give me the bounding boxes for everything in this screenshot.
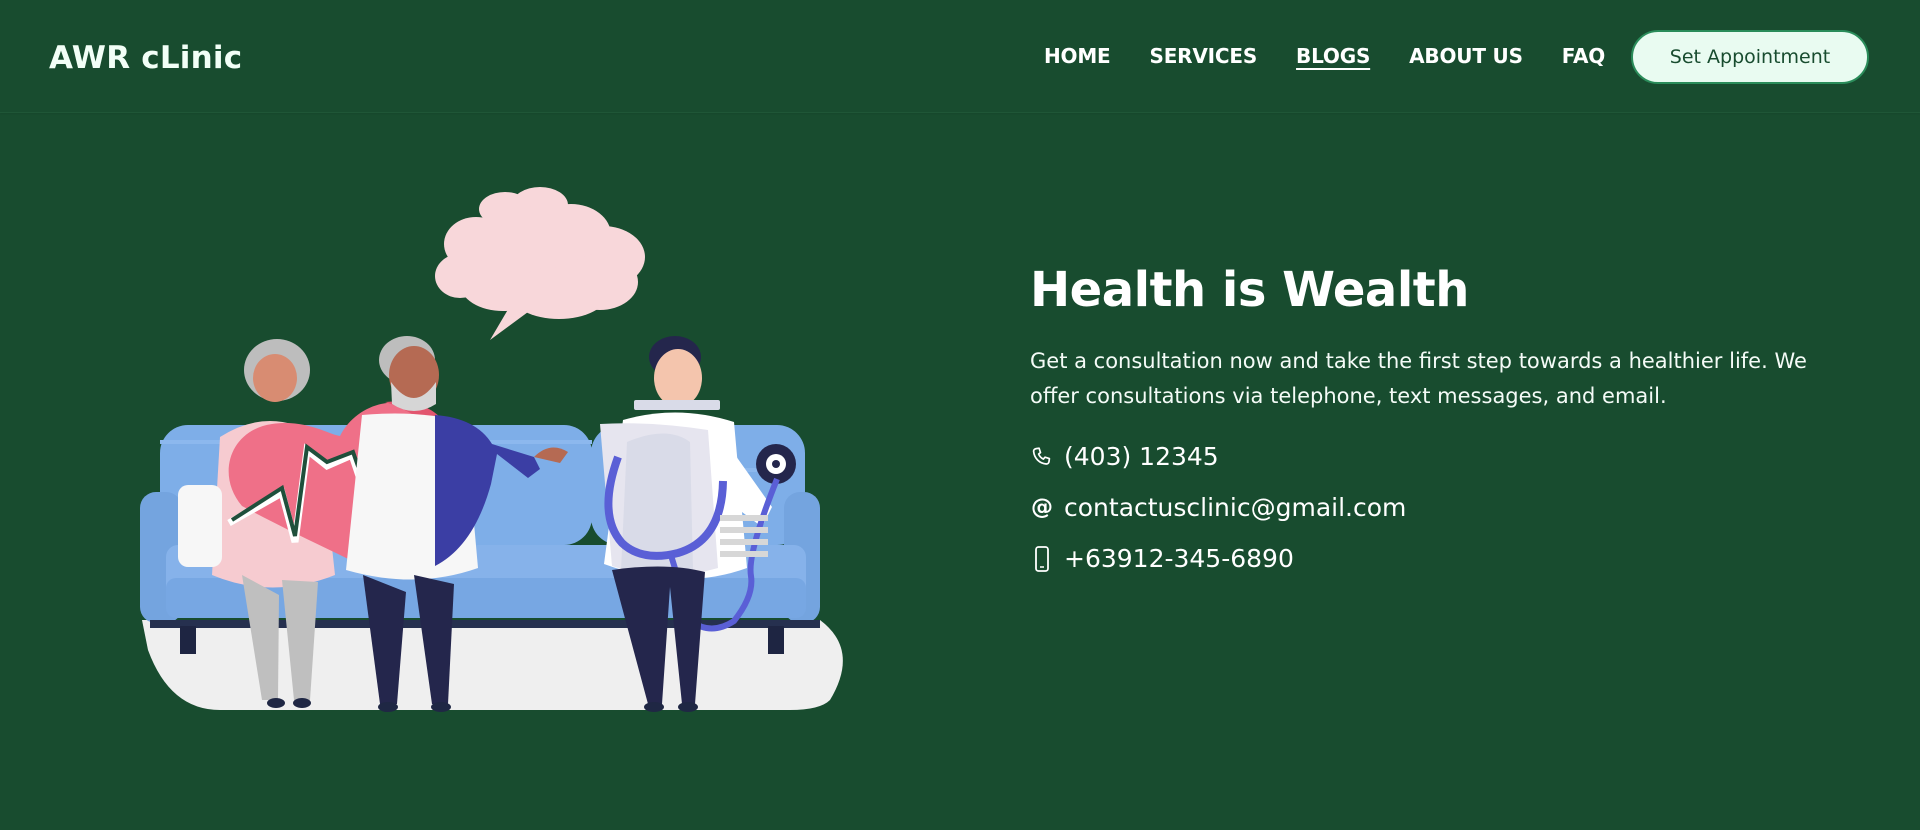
nav-faq[interactable]: FAQ (1562, 44, 1605, 68)
mobile-icon (1030, 545, 1054, 573)
email-contact[interactable]: @ contactusclinic@gmail.com (1030, 493, 1880, 522)
speech-bubble (435, 187, 645, 340)
phone-icon-svg (1032, 446, 1051, 465)
consultation-illustration (140, 187, 843, 712)
nav-services[interactable]: SERVICES (1150, 44, 1258, 68)
phone-icon (1030, 443, 1054, 471)
floor-shape (142, 620, 843, 710)
hero-headline: Health is Wealth (1030, 262, 1469, 318)
mobile-icon-svg (1035, 545, 1049, 572)
phone-number: (403) 12345 (1064, 442, 1219, 471)
set-appointment-button[interactable]: Set Appointment (1631, 30, 1869, 84)
hero-illustration (130, 180, 870, 720)
hero-content: Health is Wealth Get a consultation now … (1030, 262, 1880, 573)
nav-about-us[interactable]: ABOUT US (1409, 44, 1523, 68)
contact-list: (403) 12345 @ contactusclinic@gmail.com … (1030, 442, 1880, 573)
mobile-number: +63912-345-6890 (1064, 544, 1294, 573)
hero-description: Get a consultation now and take the firs… (1030, 349, 1807, 408)
nav-blogs[interactable]: BLOGS (1296, 44, 1370, 68)
nav-home[interactable]: HOME (1044, 44, 1111, 68)
email-address: contactusclinic@gmail.com (1064, 493, 1407, 522)
at-icon: @ (1031, 494, 1053, 520)
site-header: AWR cLinic HOME SERVICES BLOGS ABOUT US … (0, 0, 1920, 113)
brand-logo[interactable]: AWR cLinic (49, 40, 242, 76)
mobile-contact[interactable]: +63912-345-6890 (1030, 544, 1880, 573)
main-nav: HOME SERVICES BLOGS ABOUT US FAQ (1044, 44, 1605, 68)
phone-contact[interactable]: (403) 12345 (1030, 442, 1880, 471)
